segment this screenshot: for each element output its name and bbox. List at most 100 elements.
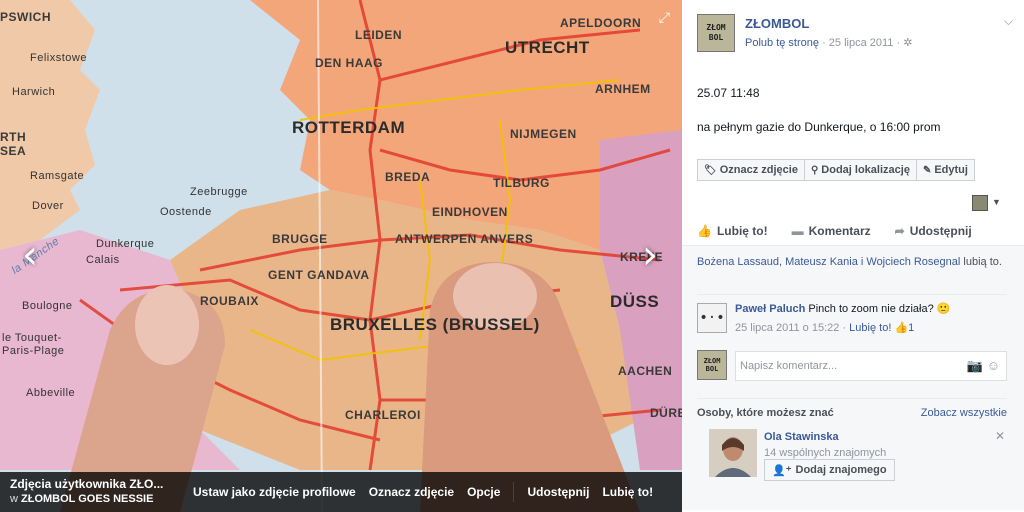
tag-icon: 🏷	[704, 164, 717, 176]
set-profile-photo-link[interactable]: Ustaw jako zdjęcie profilowe	[193, 485, 356, 499]
map-label-felixstowe: Felixstowe	[30, 52, 87, 64]
page-avatar-text-2: BOL	[708, 33, 724, 42]
meta-separator: ·	[822, 37, 826, 49]
photo-action-bar: Zdjęcia użytkownika ZŁO... w ZŁOMBOL GOE…	[0, 472, 682, 512]
comment-author[interactable]: Paweł Paluch	[735, 303, 805, 315]
add-friend-button[interactable]: 👤⁺ Dodaj znajomego	[764, 459, 895, 481]
comment-like-count[interactable]: 👍1	[894, 322, 914, 334]
map-label-north-sea: RTH SEA	[0, 130, 27, 158]
location-pin-icon: ⚲	[810, 164, 819, 176]
emoji-icon[interactable]: ☺	[987, 358, 1000, 373]
audience-gear-icon[interactable]: ✲	[903, 37, 912, 49]
comment-action-label: Komentarz	[808, 224, 871, 238]
reply-avatar: ZŁOM BOL	[697, 350, 727, 380]
tag-photo-button-label: Oznacz zdjęcie	[719, 164, 798, 176]
thumbs-up-icon: 👍	[894, 322, 909, 334]
photo-edit-buttons: 🏷 Oznacz zdjęcie ⚲ Dodaj lokalizację ✎ Edyt…	[697, 159, 975, 181]
likers-suffix: lubią to.	[963, 256, 1002, 268]
map-label-zeebrugge: Zeebrugge	[190, 186, 248, 198]
page-avatar-text-1: ZŁOM	[706, 23, 726, 32]
add-friend-label: Dodaj znajomego	[795, 464, 887, 476]
share-arrow-icon: ➦	[894, 224, 905, 238]
map-label-nijmegen: NIJMEGEN	[510, 127, 577, 141]
tag-photo-link[interactable]: Oznacz zdjęcie	[369, 485, 454, 499]
comment-input-placeholder: Napisz komentarz...	[740, 360, 838, 372]
comment-meta: 25 lipca 2011 o 15:22 · Lubię to! 👍1	[735, 322, 915, 334]
thumbs-up-icon: 👍	[697, 224, 712, 238]
previous-photo-icon[interactable]: ‹	[12, 232, 48, 278]
comment-icon: ▬	[791, 224, 804, 238]
share-action[interactable]: ➦ Udostępnij	[895, 224, 984, 238]
comment: •·• Paweł Paluch Pinch to zoom nie dział…	[697, 294, 1007, 334]
photo-details-panel: ZŁOM BOL ZŁOMBOL Polub tę stronę · 25 li…	[682, 0, 1024, 512]
like-link[interactable]: Lubię to!	[602, 485, 653, 499]
map-label-dunkerque: Dunkerque	[96, 238, 155, 250]
friend-suggestion: Ola Stawinska 14 wspólnych znajomych 👤⁺ D…	[709, 429, 1007, 481]
mutual-friends[interactable]: 14 wspólnych znajomych	[764, 447, 886, 459]
map-label-dusseldorf: DÜSS	[610, 292, 660, 311]
map-label-arnhem: ARNHEM	[595, 82, 651, 96]
album-title[interactable]: Zdjęcia użytkownika ZŁO...	[10, 477, 180, 492]
feedback-actions: 👍 Lubię to! ▬ Komentarz ➦ Udostępnij	[697, 224, 996, 238]
page-avatar[interactable]: ZŁOM BOL	[697, 14, 735, 52]
album-name-link[interactable]: ZŁOMBOL GOES NESSIE	[21, 493, 153, 505]
like-action-label: Lubię to!	[716, 224, 768, 238]
reply-row: ZŁOM BOL Napisz komentarz... 📷 ☺	[697, 350, 1007, 382]
comment-input[interactable]: Napisz komentarz... 📷 ☺	[735, 351, 1007, 381]
caret-down-icon[interactable]: ▼	[992, 197, 1001, 207]
map-label-gent: GENT GANDAVA	[268, 268, 370, 282]
camera-icon[interactable]: 📷	[967, 358, 983, 373]
like-page-link[interactable]: Polub tę stronę	[745, 37, 819, 49]
share-action-label: Udostępnij	[909, 224, 972, 238]
like-action[interactable]: 👍 Lubię to!	[697, 224, 780, 238]
map-label-le-touquet: le Touquet- Paris-Plage	[2, 332, 65, 357]
comment-action[interactable]: ▬ Komentarz	[792, 224, 883, 238]
add-location-button-label: Dodaj lokalizację	[821, 164, 910, 176]
map-label-roubaix: ROUBAIX	[200, 294, 259, 308]
feedback-area: Bożena Lassaud, Mateusz Kania i Wojciech…	[682, 245, 1024, 510]
see-all-link[interactable]: Zobacz wszystkie	[921, 407, 1007, 419]
map-label-charleroi: CHARLEROI	[345, 408, 421, 422]
map-label-bruxelles: BRUXELLES (BRUSSEL)	[330, 315, 540, 334]
post-as-avatar[interactable]	[972, 195, 988, 211]
comment-date[interactable]: 25 lipca 2011 o 15:22	[735, 322, 839, 334]
likers-names[interactable]: Bożena Lassaud, Mateusz Kania i Wojciech…	[697, 256, 960, 268]
meta-separator-2: ·	[896, 37, 901, 49]
add-friend-icon: 👤⁺	[772, 464, 792, 477]
photo-viewer[interactable]: ROTTERDAM LEIDEN DEN HAAG UTRECHT APELDO…	[0, 0, 682, 512]
map-label-eindhoven: EINDHOVEN	[432, 205, 508, 219]
tag-photo-button[interactable]: 🏷 Oznacz zdjęcie	[697, 159, 805, 181]
suggestion-name[interactable]: Ola Stawinska	[764, 431, 839, 443]
map-label-antwerpen: ANTWERPEN ANVERS	[395, 232, 534, 246]
suggestion-photo[interactable]	[709, 429, 757, 477]
map-label-duren: DÜREN	[650, 406, 682, 420]
album-subtitle: w ZŁOMBOL GOES NESSIE	[10, 492, 180, 507]
commenter-avatar[interactable]: •·•	[697, 303, 727, 333]
pencil-icon: ✎	[922, 164, 932, 176]
divider	[513, 482, 515, 502]
map-label-den-haag: DEN HAAG	[315, 56, 384, 70]
post-date[interactable]: 25 lipca 2011	[829, 37, 894, 49]
caption-text: na pełnym gazie do Dunkerque, o 16:00 pr…	[697, 120, 941, 134]
caption-time: 25.07 11:48	[697, 86, 760, 100]
comment-input-icons: 📷 ☺	[967, 358, 1000, 374]
edit-button[interactable]: ✎ Edytuj	[916, 159, 975, 181]
post-header: ZŁOM BOL ZŁOMBOL Polub tę stronę · 25 li…	[697, 14, 1017, 54]
people-you-may-know: Osoby, które możesz znać Zobacz wszystki…	[697, 398, 1007, 481]
options-link[interactable]: Opcje	[467, 485, 500, 499]
add-location-button[interactable]: ⚲ Dodaj lokalizację	[804, 159, 917, 181]
map-label-utrecht: UTRECHT	[505, 38, 590, 57]
map-label-breda: BREDA	[385, 170, 431, 184]
comment-like-link[interactable]: Lubię to!	[849, 322, 891, 334]
share-link[interactable]: Udostępnij	[527, 485, 589, 499]
likers-sentence: Bożena Lassaud, Mateusz Kania i Wojciech…	[697, 255, 1007, 270]
map-label-harwich: Harwich	[12, 86, 56, 98]
next-photo-icon[interactable]: ›	[632, 232, 668, 278]
close-icon[interactable]: ✕	[995, 429, 1005, 443]
map-label-oostende: Oostende	[160, 206, 212, 218]
map-label-apeldoorn: APELDOORN	[560, 16, 642, 30]
page-name[interactable]: ZŁOMBOL	[745, 16, 809, 31]
fullscreen-icon[interactable]: ⤢	[659, 10, 670, 26]
map-label-ipswich: PSWICH	[0, 10, 51, 24]
chevron-down-icon[interactable]: ⌵	[1004, 14, 1013, 29]
